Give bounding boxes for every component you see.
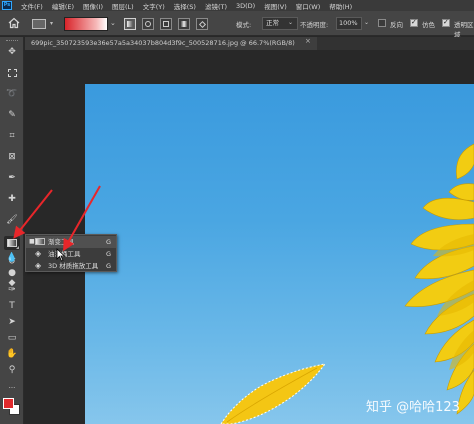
- mode-value: 正常: [266, 19, 279, 27]
- tools-panel: ✥ ➰ ✎ ⌗ ⊠ ✒ ✚ 🖌 ⊥ ↺ ◆ 💧 ● ✑ T ➤ ▭ ✋ ⚲ ··…: [0, 37, 24, 424]
- menu-window[interactable]: 窗口(W): [296, 1, 321, 11]
- eyedropper-icon[interactable]: ✒: [4, 171, 20, 185]
- zoom-icon[interactable]: ⚲: [4, 363, 20, 377]
- dither-checkbox[interactable]: [410, 18, 418, 27]
- rectangle-icon[interactable]: ▭: [4, 331, 20, 345]
- flyout-shortcut: G: [105, 262, 111, 270]
- reflected-gradient-button[interactable]: [178, 18, 190, 30]
- more-tools-icon[interactable]: ···: [4, 381, 20, 395]
- close-icon[interactable]: ×: [305, 37, 311, 45]
- frame-icon[interactable]: ⊠: [4, 150, 20, 164]
- tool-preset-picker[interactable]: [32, 19, 46, 29]
- type-icon[interactable]: T: [4, 299, 20, 313]
- hand-icon[interactable]: ✋: [4, 347, 20, 361]
- reverse-label: 反向: [390, 21, 403, 29]
- pen-icon[interactable]: ✑: [4, 283, 20, 297]
- flyout-shortcut: G: [105, 238, 111, 246]
- options-bar: ▾ ⌄ 模式: 正常 ⌄ 不透明度: 100% ⌄ 反向 仿色 透明区域: [0, 11, 474, 39]
- marquee-icon[interactable]: [4, 66, 20, 80]
- menu-edit[interactable]: 编辑(E): [52, 1, 74, 11]
- crop-icon[interactable]: ⌗: [4, 129, 20, 143]
- flyout-item-3d-material-drop[interactable]: ◈ 3D 材质拖放工具 G: [26, 260, 116, 272]
- transparency-checkbox[interactable]: [442, 18, 450, 27]
- diamond-gradient-button[interactable]: [196, 18, 208, 30]
- path-select-icon[interactable]: ➤: [4, 315, 20, 329]
- photoshop-logo: Ps: [2, 1, 12, 10]
- gradient-picker-chevron-icon[interactable]: ⌄: [110, 19, 116, 27]
- flyout-label: 渐变工具: [48, 238, 74, 246]
- flyout-shortcut: G: [105, 250, 111, 258]
- document-canvas[interactable]: [85, 84, 474, 424]
- flyout-item-gradient[interactable]: ■ 渐变工具 G: [26, 236, 116, 248]
- foreground-color-swatch[interactable]: [3, 398, 14, 409]
- cursor-arrow-icon: [56, 248, 66, 262]
- flyout-item-paint-bucket[interactable]: ◈ 油漆桶工具 G: [26, 248, 116, 260]
- gradient-icon: [35, 238, 45, 245]
- menu-view[interactable]: 视图(V): [264, 1, 287, 11]
- menu-type[interactable]: 文字(Y): [143, 1, 165, 11]
- menu-layer[interactable]: 图层(L): [112, 1, 134, 11]
- menu-3d[interactable]: 3D(D): [236, 2, 255, 10]
- transparency-label: 透明区域: [454, 21, 474, 39]
- dodge-icon[interactable]: ●: [4, 266, 20, 280]
- angle-gradient-button[interactable]: [160, 18, 172, 30]
- quick-select-icon[interactable]: ✎: [4, 108, 20, 122]
- brush-icon[interactable]: 🖌: [4, 213, 20, 227]
- opacity-chevron-icon[interactable]: ⌄: [364, 19, 369, 26]
- lasso-icon[interactable]: ➰: [4, 87, 20, 101]
- sunflower-image: [220, 143, 474, 424]
- chevron-down-icon[interactable]: ▾: [50, 20, 53, 27]
- blur-icon[interactable]: 💧: [4, 251, 20, 265]
- linear-gradient-button[interactable]: [124, 18, 136, 30]
- mode-label: 模式:: [236, 21, 252, 29]
- home-icon[interactable]: [8, 17, 20, 29]
- opacity-label: 不透明度:: [300, 21, 329, 29]
- panel-grip[interactable]: [6, 40, 18, 43]
- menu-help[interactable]: 帮助(H): [329, 1, 352, 11]
- radial-gradient-button[interactable]: [142, 18, 154, 30]
- healing-icon[interactable]: ✚: [4, 192, 20, 206]
- menu-bar: Ps 文件(F) 编辑(E) 图像(I) 图层(L) 文字(Y) 选择(S) 滤…: [0, 0, 474, 11]
- gradient-icon[interactable]: [4, 236, 20, 250]
- mode-chevron-icon[interactable]: ⌄: [288, 19, 293, 26]
- document-tab[interactable]: 699pic_350723593e36e57a5a34037b804d3f9c_…: [25, 37, 317, 50]
- menu-filter[interactable]: 滤镜(T): [205, 1, 227, 11]
- watermark: 知乎 @哈哈123: [366, 400, 460, 415]
- paint-bucket-icon: ◈: [35, 249, 42, 258]
- menu-select[interactable]: 选择(S): [174, 1, 196, 11]
- gradient-tool-flyout: ■ 渐变工具 G ◈ 油漆桶工具 G ◈ 3D 材质拖放工具 G: [25, 234, 117, 272]
- menu-image[interactable]: 图像(I): [83, 1, 103, 11]
- dither-label: 仿色: [422, 21, 435, 29]
- move-icon[interactable]: ✥: [4, 45, 20, 59]
- gradient-editor-swatch[interactable]: [64, 17, 108, 31]
- menu-file[interactable]: 文件(F): [21, 1, 43, 11]
- opacity-input[interactable]: 100%: [336, 17, 362, 30]
- active-bullet: ■: [29, 238, 35, 245]
- 3d-material-drop-icon: ◈: [35, 261, 42, 270]
- document-tab-bar: 699pic_350723593e36e57a5a34037b804d3f9c_…: [25, 37, 474, 50]
- reverse-checkbox[interactable]: [378, 19, 386, 27]
- document-title: 699pic_350723593e36e57a5a34037b804d3f9c_…: [31, 39, 295, 47]
